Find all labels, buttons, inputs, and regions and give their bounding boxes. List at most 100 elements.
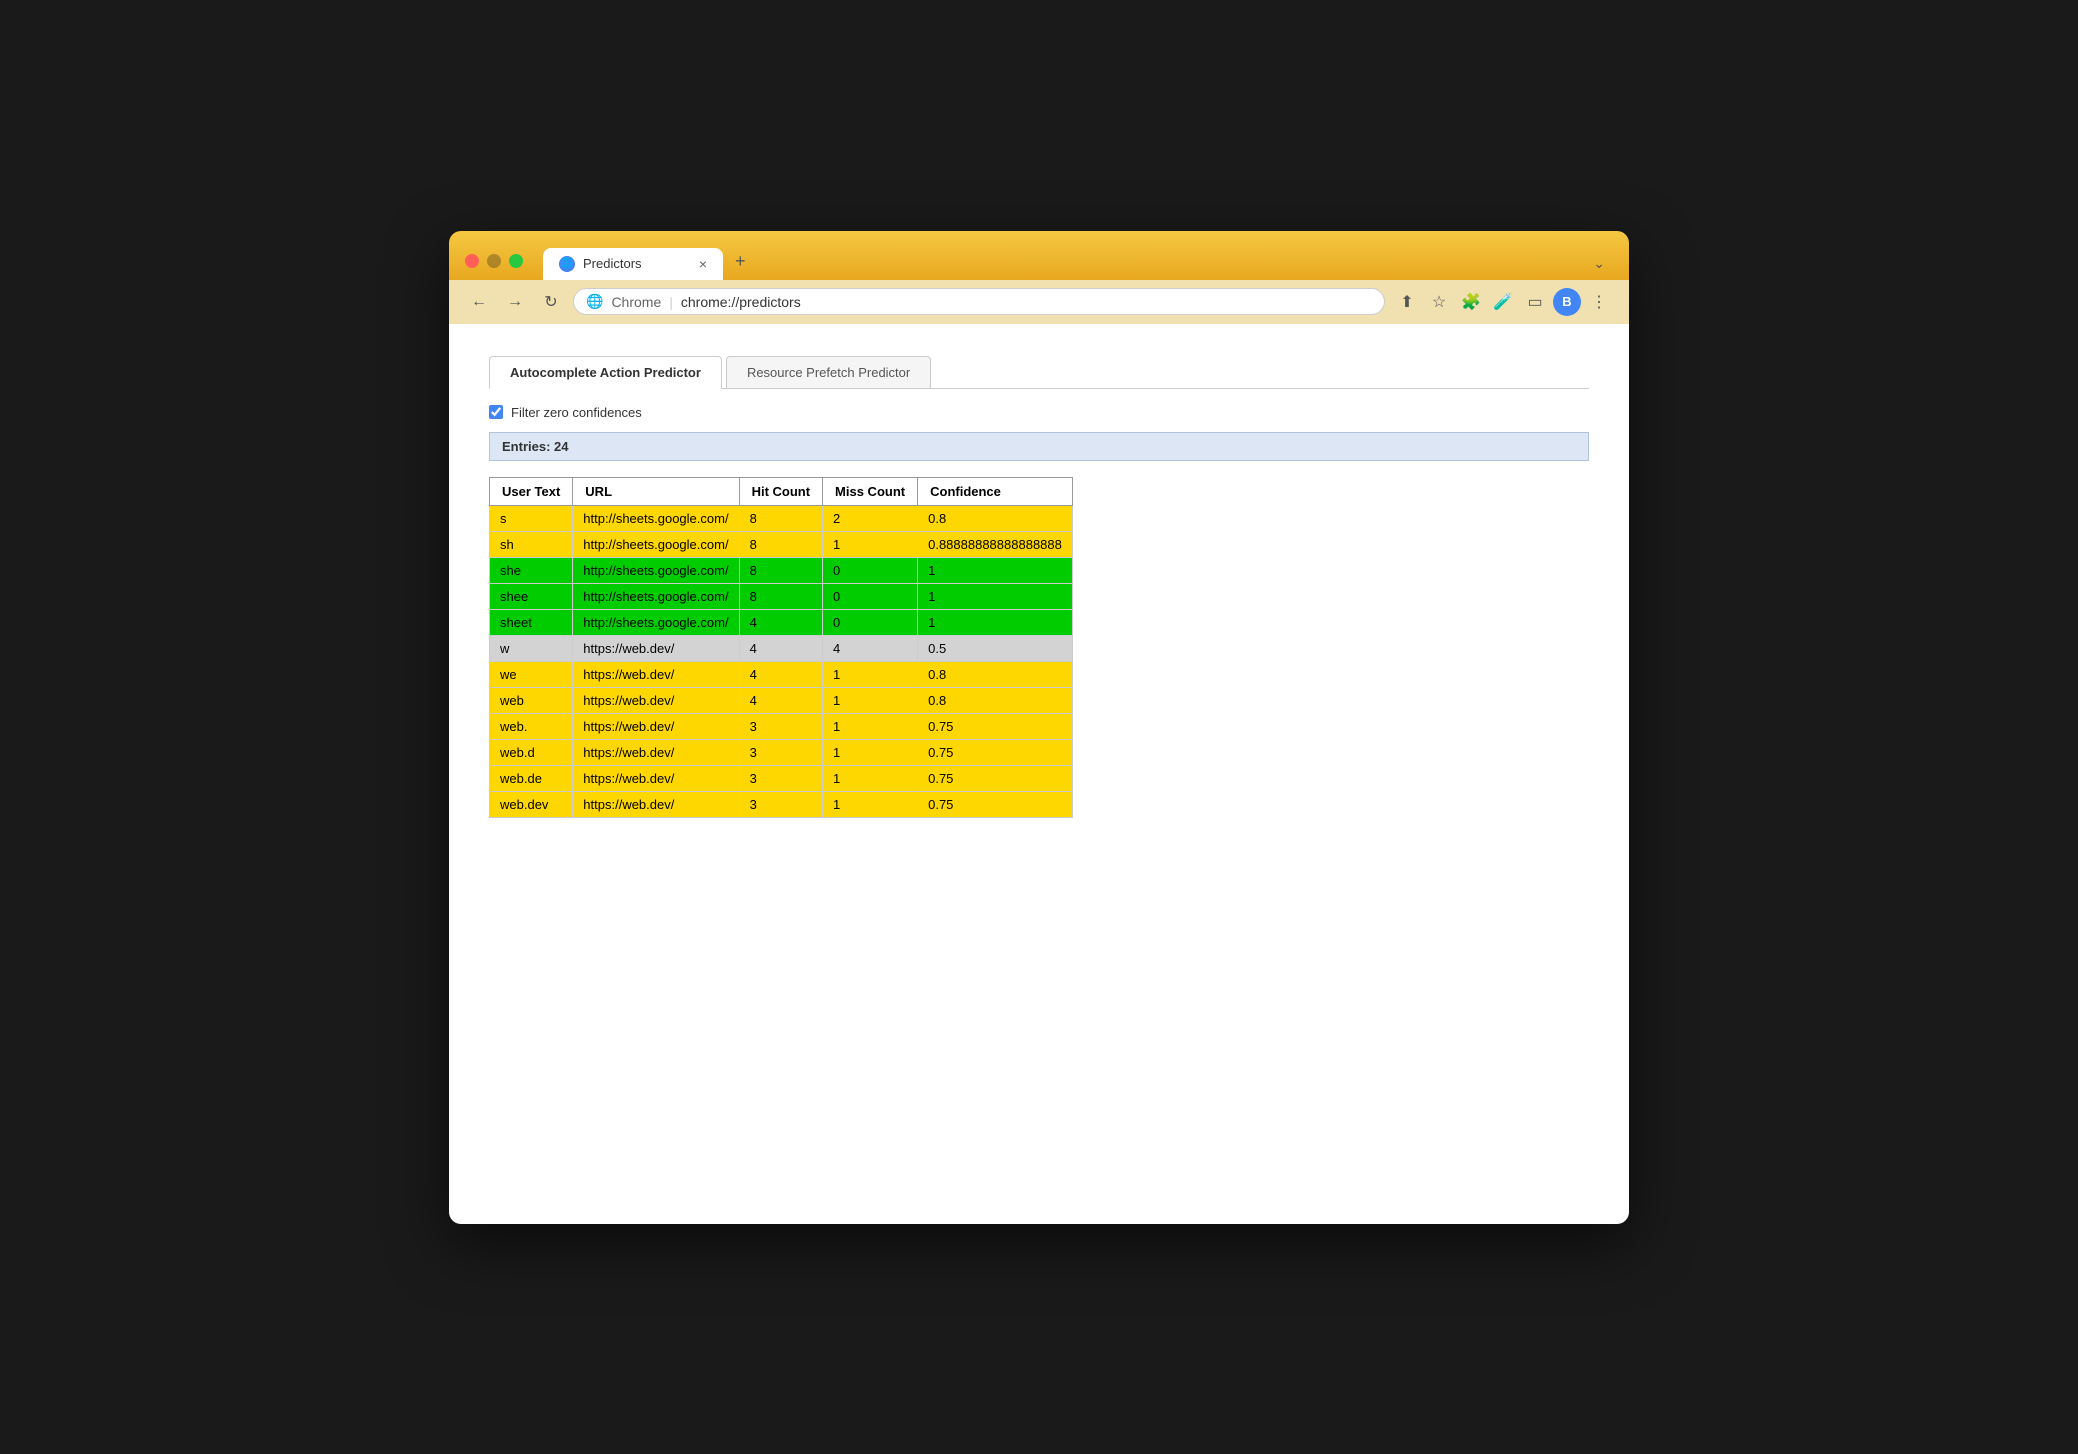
cell-4-2: 4	[739, 609, 822, 635]
cell-2-0: she	[490, 557, 573, 583]
cell-2-4: 1	[918, 557, 1073, 583]
cell-10-4: 0.75	[918, 765, 1073, 791]
cell-11-0: web.dev	[490, 791, 573, 817]
cell-11-3: 1	[823, 791, 918, 817]
user-avatar[interactable]: B	[1553, 288, 1581, 316]
bookmark-button[interactable]: ☆	[1425, 288, 1453, 316]
beaker-button[interactable]: 🧪	[1489, 288, 1517, 316]
cell-8-0: web.	[490, 713, 573, 739]
address-prefix: Chrome	[611, 294, 661, 310]
title-bar: 🌐 Predictors × + ⌄	[449, 231, 1629, 280]
cell-6-1: https://web.dev/	[573, 661, 739, 687]
new-tab-button[interactable]: +	[723, 243, 758, 280]
share-button[interactable]: ⬆	[1393, 288, 1421, 316]
cell-7-3: 1	[823, 687, 918, 713]
cell-0-3: 2	[823, 505, 918, 531]
cell-2-2: 8	[739, 557, 822, 583]
minimize-button[interactable]	[487, 254, 501, 268]
filter-checkbox[interactable]	[489, 405, 503, 419]
cell-10-2: 3	[739, 765, 822, 791]
menu-button[interactable]: ⋮	[1585, 288, 1613, 316]
cell-7-4: 0.8	[918, 687, 1073, 713]
cell-11-4: 0.75	[918, 791, 1073, 817]
cell-11-2: 3	[739, 791, 822, 817]
tab-favicon: 🌐	[559, 256, 575, 272]
cell-6-4: 0.8	[918, 661, 1073, 687]
tab-title: Predictors	[583, 256, 691, 271]
cell-7-0: web	[490, 687, 573, 713]
table-row: whttps://web.dev/440.5	[490, 635, 1073, 661]
predictors-table: User Text URL Hit Count Miss Count Confi…	[489, 477, 1073, 818]
cell-8-4: 0.75	[918, 713, 1073, 739]
filter-row: Filter zero confidences	[489, 405, 1589, 420]
cell-3-4: 1	[918, 583, 1073, 609]
address-separator: |	[669, 294, 673, 310]
table-row: web.dhttps://web.dev/310.75	[490, 739, 1073, 765]
toolbar: ← → ↻ 🌐 Chrome | chrome://predictors ⬆ ☆…	[449, 280, 1629, 324]
cell-1-4: 0.88888888888888888	[918, 531, 1073, 557]
tab-bar: 🌐 Predictors × + ⌄	[543, 243, 1613, 280]
table-row: web.devhttps://web.dev/310.75	[490, 791, 1073, 817]
cell-5-4: 0.5	[918, 635, 1073, 661]
page-tabs-nav: Autocomplete Action Predictor Resource P…	[489, 356, 1589, 389]
cell-9-2: 3	[739, 739, 822, 765]
cell-8-3: 1	[823, 713, 918, 739]
back-button[interactable]: ←	[465, 288, 493, 316]
cell-7-2: 4	[739, 687, 822, 713]
reload-button[interactable]: ↻	[537, 288, 565, 316]
sidebar-button[interactable]: ▭	[1521, 288, 1549, 316]
traffic-lights	[465, 254, 523, 268]
cell-9-0: web.d	[490, 739, 573, 765]
extensions-button[interactable]: 🧩	[1457, 288, 1485, 316]
cell-4-4: 1	[918, 609, 1073, 635]
cell-1-3: 1	[823, 531, 918, 557]
cell-11-1: https://web.dev/	[573, 791, 739, 817]
cell-2-1: http://sheets.google.com/	[573, 557, 739, 583]
cell-7-1: https://web.dev/	[573, 687, 739, 713]
table-row: shehttp://sheets.google.com/801	[490, 557, 1073, 583]
address-bar[interactable]: 🌐 Chrome | chrome://predictors	[573, 288, 1385, 315]
cell-5-2: 4	[739, 635, 822, 661]
cell-3-0: shee	[490, 583, 573, 609]
address-url: chrome://predictors	[681, 294, 801, 310]
address-icon: 🌐	[586, 293, 603, 310]
cell-6-2: 4	[739, 661, 822, 687]
table-row: web.https://web.dev/310.75	[490, 713, 1073, 739]
browser-window: 🌐 Predictors × + ⌄ ← → ↻ 🌐 Chrome | chro…	[449, 231, 1629, 1224]
cell-0-2: 8	[739, 505, 822, 531]
table-row: sheethttp://sheets.google.com/401	[490, 609, 1073, 635]
cell-6-0: we	[490, 661, 573, 687]
forward-button[interactable]: →	[501, 288, 529, 316]
col-header-user-text: User Text	[490, 477, 573, 505]
maximize-button[interactable]	[509, 254, 523, 268]
cell-10-1: https://web.dev/	[573, 765, 739, 791]
cell-5-3: 4	[823, 635, 918, 661]
table-row: shttp://sheets.google.com/820.8	[490, 505, 1073, 531]
cell-1-2: 8	[739, 531, 822, 557]
cell-8-2: 3	[739, 713, 822, 739]
tab-close-button[interactable]: ×	[699, 257, 707, 271]
table-row: wehttps://web.dev/410.8	[490, 661, 1073, 687]
col-header-confidence: Confidence	[918, 477, 1073, 505]
col-header-miss-count: Miss Count	[823, 477, 918, 505]
page-content: Autocomplete Action Predictor Resource P…	[449, 324, 1629, 1224]
table-row: sheehttp://sheets.google.com/801	[490, 583, 1073, 609]
cell-3-3: 0	[823, 583, 918, 609]
cell-5-0: w	[490, 635, 573, 661]
tab-autocomplete[interactable]: Autocomplete Action Predictor	[489, 356, 722, 389]
cell-9-3: 1	[823, 739, 918, 765]
cell-4-3: 0	[823, 609, 918, 635]
cell-1-0: sh	[490, 531, 573, 557]
entries-bar: Entries: 24	[489, 432, 1589, 461]
tab-menu-button[interactable]: ⌄	[1585, 247, 1613, 280]
cell-9-4: 0.75	[918, 739, 1073, 765]
tab-resource-prefetch[interactable]: Resource Prefetch Predictor	[726, 356, 931, 388]
cell-0-1: http://sheets.google.com/	[573, 505, 739, 531]
col-header-hit-count: Hit Count	[739, 477, 822, 505]
cell-0-4: 0.8	[918, 505, 1073, 531]
active-tab[interactable]: 🌐 Predictors ×	[543, 248, 723, 280]
filter-label: Filter zero confidences	[511, 405, 642, 420]
table-row: webhttps://web.dev/410.8	[490, 687, 1073, 713]
cell-6-3: 1	[823, 661, 918, 687]
close-button[interactable]	[465, 254, 479, 268]
